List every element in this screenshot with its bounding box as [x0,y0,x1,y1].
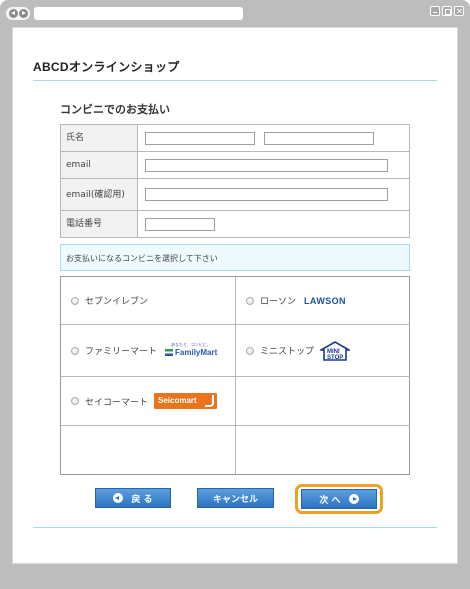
form-row-email: email [60,151,410,179]
seicomart-mark-icon [205,395,215,407]
form-row-phone: 電話番号 [60,210,410,238]
radio-familymart[interactable] [71,346,79,355]
close-icon[interactable] [454,6,464,16]
cancel-button[interactable]: キャンセル [197,488,274,508]
back-button[interactable]: 戻 る [95,488,171,508]
store-option-familymart[interactable]: ファミリーマート あなたと、コンビに、 FamilyMart [61,325,236,377]
customer-form: 氏名 email email(確認用) 電話番号 [60,124,410,238]
store-cell-empty [61,426,236,474]
lawson-logo: LAWSON [304,295,346,306]
page-viewport: ABCDオンラインショップ コンビニでのお支払い 氏名 email email(… [12,27,458,564]
ministop-logo: MINI STOP [320,340,351,361]
store-name-lawson: ローソン [260,297,297,307]
form-row-name: 氏名 [60,124,410,152]
next-button[interactable]: 次 へ [301,489,377,509]
browser-titlebar [0,0,470,26]
familymart-logo: あなたと、コンビに、 FamilyMart [165,342,220,360]
address-bar[interactable] [34,7,243,20]
nav-buttons [6,7,30,20]
minimize-icon[interactable] [430,6,440,16]
email-field[interactable] [145,158,388,172]
name-label: 氏名 [60,124,138,152]
email-confirm-label: email(確認用) [60,178,138,211]
chevron-right-icon [348,494,359,504]
browser-window: ABCDオンラインショップ コンビニでのお支払い 氏名 email email(… [0,0,470,589]
email-confirm-field[interactable] [145,188,388,201]
store-option-ministop[interactable]: ミニストップ MINI STOP [236,325,410,377]
last-name-input[interactable] [145,131,255,145]
store-name-seicomart: セイコーマート [85,397,149,408]
chevron-left-icon [113,493,124,503]
form-row-email-confirm: email(確認用) [60,178,410,211]
radio-seven[interactable] [71,296,79,305]
familymart-stripes-icon [165,348,174,356]
phone-label: 電話番号 [60,210,138,238]
store-option-lawson[interactable]: ローソン LAWSON [236,277,410,325]
store-option-seven[interactable]: セブンイレブン [61,277,236,325]
maximize-icon[interactable] [442,6,452,16]
cancel-button-label: キャンセル [212,494,258,505]
familymart-wordmark: FamilyMart [175,347,218,357]
store-option-seicomart[interactable]: セイコーマート Seicomart [61,377,236,426]
divider [33,80,437,81]
section-title: コンビニでのお支払い [60,103,170,116]
back-button-label: 戻 る [131,494,153,505]
phone-field[interactable] [145,217,215,231]
store-name-ministop: ミニストップ [260,347,315,357]
shop-title: ABCDオンラインショップ [33,60,180,74]
radio-seicomart[interactable] [71,397,79,405]
seicomart-wordmark: Seicomart [158,396,197,405]
next-button-label: 次 へ [319,495,341,506]
store-cell-empty [236,426,410,474]
store-grid: セブンイレブン ローソン LAWSON ファミリーマート あなたと、コンビに、 … [60,276,410,475]
radio-ministop[interactable] [246,346,254,355]
ministop-wordmark: MINI STOP [327,348,344,361]
store-name-seven: セブンイレブン [85,297,149,307]
store-cell-empty [236,377,410,426]
seicomart-logo: Seicomart [154,393,218,409]
divider [33,527,437,528]
store-name-familymart: ファミリーマート [85,347,158,357]
forward-arrow-icon[interactable] [18,9,28,18]
first-name-input[interactable] [263,131,374,145]
store-select-notice: お支払いになるコンビニを選択して下さい [60,244,410,271]
window-controls [430,6,464,16]
back-arrow-icon[interactable] [8,9,18,18]
email-label: email [60,151,138,179]
radio-lawson[interactable] [246,296,254,305]
